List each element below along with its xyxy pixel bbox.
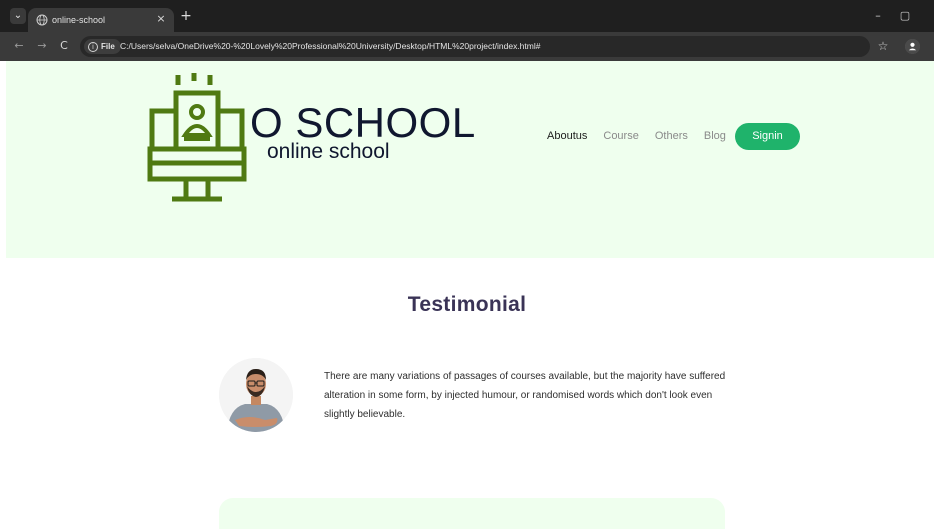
- testimonial-title: Testimonial: [407, 293, 527, 316]
- testimonial-quote: There are many variations of passages of…: [324, 371, 726, 420]
- nav-link-aboutus[interactable]: Aboutus: [547, 129, 587, 143]
- browser-tab[interactable]: online-school ×: [28, 8, 174, 32]
- restore-button[interactable]: ▢: [897, 8, 913, 24]
- new-tab-button[interactable]: +: [178, 8, 194, 24]
- main-nav: Aboutus Course Others Blog: [547, 129, 742, 143]
- globe-icon: [36, 14, 48, 26]
- tab-title: online-school: [52, 15, 106, 25]
- nav-link-others[interactable]: Others: [655, 129, 688, 143]
- reload-button[interactable]: C: [57, 39, 71, 53]
- bookmark-star-icon[interactable]: ☆: [876, 39, 890, 53]
- minimize-button[interactable]: –: [870, 8, 886, 24]
- testimonial-card-next: [219, 498, 725, 529]
- web-page: O SCHOOL online school Aboutus Course Ot…: [0, 61, 934, 529]
- school-monitor-logo-icon[interactable]: [144, 71, 252, 203]
- info-icon: i: [88, 41, 98, 52]
- site-info-chip[interactable]: i File: [84, 39, 121, 54]
- avatar: [219, 358, 293, 432]
- site-chip-label: File: [101, 42, 115, 51]
- signin-button[interactable]: Signin: [735, 123, 800, 150]
- nav-link-course[interactable]: Course: [603, 129, 638, 143]
- forward-button[interactable]: →: [35, 39, 49, 53]
- brand-tagline: online school: [267, 140, 390, 163]
- url-text[interactable]: C:/Users/selva/OneDrive%20-%20Lovely%20P…: [120, 40, 540, 53]
- browser-tab-bar: ⌄ online-school × + – ▢: [0, 0, 934, 32]
- profile-icon[interactable]: [905, 39, 920, 54]
- address-bar[interactable]: i File C:/Users/selva/OneDrive%20-%20Lov…: [80, 36, 870, 57]
- nav-link-blog[interactable]: Blog: [704, 129, 726, 143]
- close-tab-icon[interactable]: ×: [154, 12, 168, 26]
- back-button[interactable]: ←: [12, 39, 26, 53]
- browser-toolbar: ← → C i File C:/Users/selva/OneDrive%20-…: [0, 32, 934, 61]
- tab-search-button[interactable]: ⌄: [10, 8, 26, 24]
